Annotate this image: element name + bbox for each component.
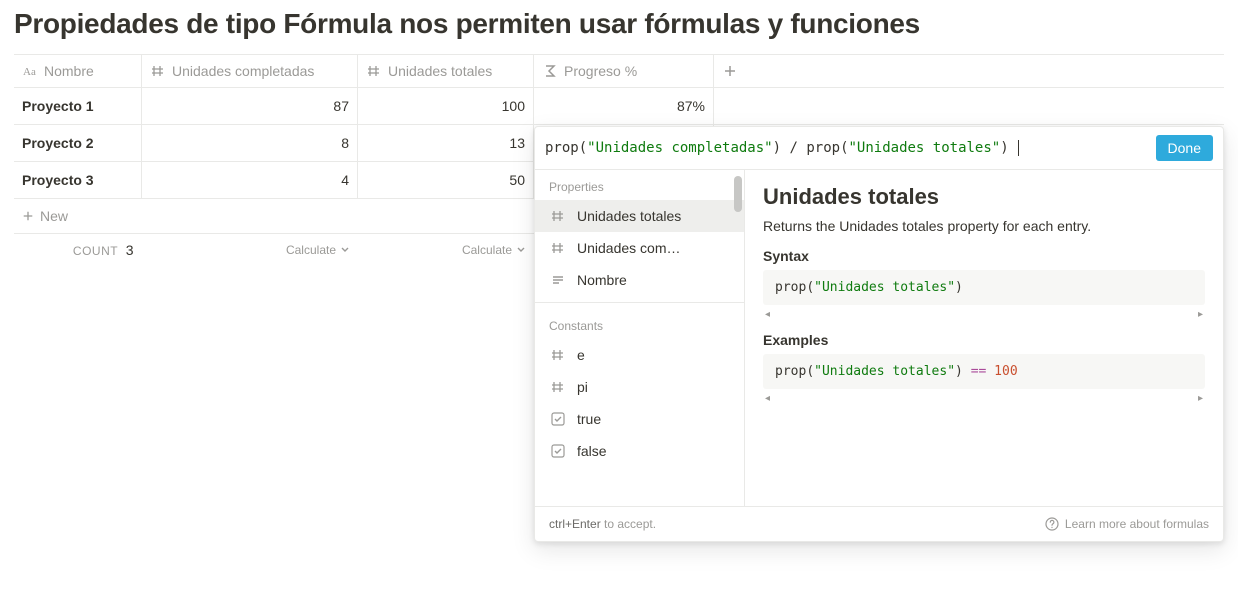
table-header-row: Aa Nombre Unidades completadas Unidades … [14, 54, 1224, 88]
calculate-label: Calculate [462, 243, 512, 257]
doc-title: Unidades totales [763, 184, 1205, 210]
add-column-button[interactable] [714, 55, 1224, 87]
number-icon [150, 63, 166, 79]
suggestion-label: Nombre [577, 272, 627, 288]
count-summary[interactable]: COUNT 3 [14, 242, 142, 258]
suggestion-label: false [577, 443, 607, 459]
cell-name[interactable]: Proyecto 1 [14, 88, 142, 124]
formula-editor-popup: prop("Unidades completadas") / prop("Uni… [534, 126, 1224, 542]
scroll-indicator: ◂▸ [763, 393, 1205, 404]
text-lines-icon [549, 271, 567, 289]
cell-comp[interactable]: 87 [142, 88, 358, 124]
column-header-progreso[interactable]: Progreso % [534, 55, 714, 87]
popup-footer: ctrl+Enter to accept. Learn more about f… [535, 506, 1223, 541]
cell-prog[interactable]: 87% [534, 88, 714, 124]
scrollbar-thumb[interactable] [734, 176, 742, 212]
section-label-constants: Constants [535, 309, 744, 339]
cell-tot[interactable]: 50 [358, 162, 534, 198]
fn-token: prop [806, 140, 840, 156]
suggestion-label: e [577, 347, 585, 363]
column-header-name[interactable]: Aa Nombre [14, 55, 142, 87]
string-token: "Unidades totales" [849, 140, 1001, 156]
cell-tot[interactable]: 100 [358, 88, 534, 124]
learn-more-label: Learn more about formulas [1065, 517, 1209, 531]
checkbox-icon [549, 442, 567, 460]
plus-icon [22, 210, 34, 222]
chevron-down-icon [340, 245, 350, 255]
cell-empty [714, 88, 1224, 124]
suggestion-label: true [577, 411, 601, 427]
suggestion-item-false[interactable]: false [535, 435, 744, 467]
doc-description: Returns the Unidades totales property fo… [763, 218, 1205, 234]
suggestion-label: Unidades com… [577, 240, 681, 256]
cell-tot[interactable]: 13 [358, 125, 534, 161]
syntax-code: prop("Unidades totales") [763, 270, 1205, 305]
divider [535, 302, 744, 303]
chevron-down-icon [516, 245, 526, 255]
accept-hint: ctrl+Enter to accept. [549, 517, 656, 531]
number-icon [366, 63, 382, 79]
column-label: Unidades completadas [172, 63, 314, 79]
suggestions-pane[interactable]: Properties Unidades totales Unidades com… [535, 170, 745, 506]
calculate-label: Calculate [286, 243, 336, 257]
count-value: 3 [126, 242, 134, 258]
documentation-pane: Unidades totales Returns the Unidades to… [745, 170, 1223, 506]
example-code: prop("Unidades totales") == 100 [763, 354, 1205, 389]
cell-comp[interactable]: 4 [142, 162, 358, 198]
table-row[interactable]: Proyecto 1 87 100 87% [14, 88, 1224, 125]
suggestion-item-pi[interactable]: pi [535, 371, 744, 403]
number-icon [549, 207, 567, 225]
plus-icon [722, 63, 738, 79]
suggestion-item-unidades-completadas[interactable]: Unidades com… [535, 232, 744, 264]
calculate-button[interactable]: Calculate [358, 243, 534, 257]
column-label: Unidades totales [388, 63, 492, 79]
number-icon [549, 239, 567, 257]
examples-heading: Examples [763, 332, 1205, 348]
count-label: COUNT [73, 244, 118, 258]
scroll-indicator: ◂▸ [763, 309, 1205, 320]
svg-text:Aa: Aa [23, 66, 36, 78]
formula-input[interactable]: prop("Unidades completadas") / prop("Uni… [545, 140, 1146, 156]
text-icon: Aa [22, 63, 38, 79]
cell-comp[interactable]: 8 [142, 125, 358, 161]
column-header-unidades-totales[interactable]: Unidades totales [358, 55, 534, 87]
syntax-heading: Syntax [763, 248, 1205, 264]
cell-name[interactable]: Proyecto 3 [14, 162, 142, 198]
formula-bar: prop("Unidades completadas") / prop("Uni… [535, 127, 1223, 170]
checkbox-icon [549, 410, 567, 428]
string-token: "Unidades completadas" [587, 140, 772, 156]
suggestion-label: pi [577, 379, 588, 395]
suggestion-item-e[interactable]: e [535, 339, 744, 371]
number-icon [549, 378, 567, 396]
suggestion-item-unidades-totales[interactable]: Unidades totales [535, 200, 744, 232]
cell-name[interactable]: Proyecto 2 [14, 125, 142, 161]
suggestion-item-true[interactable]: true [535, 403, 744, 435]
suggestion-item-nombre[interactable]: Nombre [535, 264, 744, 296]
suggestion-label: Unidades totales [577, 208, 681, 224]
page-title: Propiedades de tipo Fórmula nos permiten… [14, 8, 1224, 40]
done-button[interactable]: Done [1156, 135, 1213, 161]
number-icon [549, 346, 567, 364]
column-label: Nombre [44, 63, 94, 79]
fn-token: prop [545, 140, 579, 156]
new-row-label: New [40, 208, 68, 224]
formula-icon [542, 63, 558, 79]
calculate-button[interactable]: Calculate [142, 243, 358, 257]
column-header-unidades-completadas[interactable]: Unidades completadas [142, 55, 358, 87]
section-label-properties: Properties [535, 170, 744, 200]
column-label: Progreso % [564, 63, 637, 79]
help-icon [1045, 517, 1059, 531]
learn-more-link[interactable]: Learn more about formulas [1045, 517, 1209, 531]
kbd-hint: ctrl+Enter [549, 517, 601, 531]
